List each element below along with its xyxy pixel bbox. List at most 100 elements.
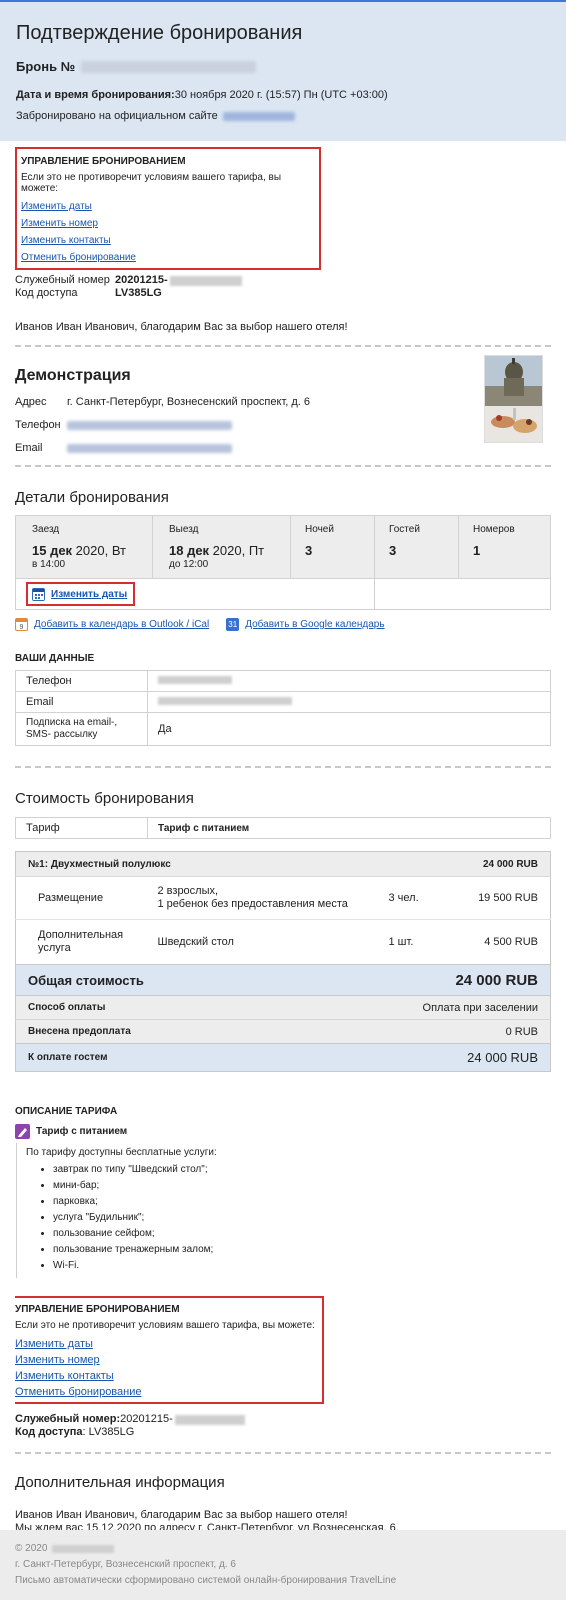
access-code-value: LV385LG [115,287,162,299]
access-code-value-bottom: : LV385LG [82,1426,135,1438]
checkin-year-day: 2020, Вт [72,543,127,558]
service-number-redacted [169,275,242,286]
placement-desc-line1: 2 взрослых, [157,885,219,897]
subscription-label: Подписка на email-, SMS- рассылку [15,712,148,746]
access-code-label: Код доступа [15,287,78,299]
price-table: №1: Двухместный полулюкс 24 000 RUB Разм… [15,851,551,1072]
checkout-label: Выезд [169,524,199,535]
guests-cell: Гостей 3 [374,515,459,579]
hotel-section: Демонстрация Адрес г. Санкт-Петербург, В… [0,347,566,465]
prepay-label: Внесена предоплата [28,1026,131,1037]
your-data-title: ВАШИ ДАННЫЕ [15,653,95,664]
hotel-address-label: Адрес [15,396,47,408]
tariff-service-item: пользование тренажерным залом; [53,1242,551,1258]
change-dates-button[interactable]: Изменить даты [51,589,127,600]
add-google-link[interactable]: Добавить в Google календарь [245,619,384,630]
booking-number-redacted [81,60,257,73]
tariff-desc-name: Тариф с питанием [36,1126,128,1137]
service-number-value-bottom: 20201215- [120,1413,173,1425]
calendar-icon [32,587,45,601]
tariff-value: Тариф с питанием [147,817,551,839]
placement-qty: 3 чел. [388,892,419,904]
your-email-label: Email [15,691,148,713]
payment-label: Способ оплаты [28,1002,106,1013]
extra-desc: Шведский стол [157,936,234,948]
change-contacts-link-bottom[interactable]: Изменить контакты [15,1370,322,1382]
tariff-name-row: Тариф с питанием [15,1124,551,1139]
change-contacts-link[interactable]: Изменить контакты [21,235,315,246]
hotel-address-row: Адрес г. Санкт-Петербург, Вознесенский п… [15,396,551,408]
hotel-phone-row: Телефон [15,419,551,431]
details-title: Детали бронирования [15,489,169,506]
nights-label: Ночей [305,524,334,535]
tariff-intro: По тарифу доступны бесплатные услуги: [26,1147,217,1158]
greeting-text: Иванов Иван Иванович, благодарим Вас за … [15,321,348,333]
cancel-booking-link-bottom[interactable]: Отменить бронирование [15,1386,322,1398]
manage-subtitle: Если это не противоречит условиям вашего… [21,172,281,194]
your-phone-redacted [158,676,232,684]
tariff-service-item: мини-бар; [53,1178,551,1194]
change-dates-link[interactable]: Изменить даты [21,201,315,212]
footer-generated: Письмо автоматически сформировано систем… [15,1575,397,1586]
manage-title: УПРАВЛЕНИЕ БРОНИРОВАНИЕМ [21,156,186,167]
page-title: Подтверждение бронирования [16,22,303,44]
footer-copyright-text: © 2020 [15,1543,48,1554]
your-phone-value [147,670,551,692]
tariff-service-item: парковка; [53,1194,551,1210]
due-label: К оплате гостем [28,1052,108,1063]
placement-desc-line2: 1 ребенок без предоставления места [157,898,348,910]
service-number-label: Служебный номер [15,274,110,286]
hotel-email-redacted[interactable] [67,443,232,453]
additional-section: Дополнительная информация Иванов Иван Ив… [0,1454,566,1535]
service-number-label-bottom: Служебный номер: [15,1413,121,1425]
extra-qty: 1 шт. [388,936,414,948]
manage-booking-box-bottom: УПРАВЛЕНИЕ БРОНИРОВАНИЕМ Если это не про… [15,1296,324,1404]
change-room-link[interactable]: Изменить номер [21,218,315,229]
add-outlook-link[interactable]: Добавить в календарь в Outlook / iCal [34,619,209,630]
manage-title-bottom: УПРАВЛЕНИЕ БРОНИРОВАНИЕМ [15,1304,180,1315]
checkout-cell: Выезд 18 дек 2020, Пт до 12:00 [152,515,291,579]
hotel-address-value: г. Санкт-Петербург, Вознесенский проспек… [67,396,311,408]
details-table: Заезд 15 дек 2020, Вт в 14:00 Выезд 18 д… [15,515,551,610]
tariff-service-item: завтрак по типу "Шведский стол"; [53,1162,551,1178]
manage-booking-box: УПРАВЛЕНИЕ БРОНИРОВАНИЕМ Если это не про… [15,147,321,270]
payment-value: Оплата при заселении [422,1001,538,1014]
manage-section-bottom: УПРАВЛЕНИЕ БРОНИРОВАНИЕМ Если это не про… [0,1278,566,1439]
header: Подтверждение бронирования Бронь № Дата … [0,2,566,141]
checkin-time: в 14:00 [32,559,66,570]
tariff-table: Тариф Тариф с питанием [15,817,551,839]
placement-price: 19 500 RUB [478,892,538,904]
footer-address: г. Санкт-Петербург, Вознесенский проспек… [15,1559,236,1570]
room-total: 24 000 RUB [482,858,538,870]
placement-desc: 2 взрослых, 1 ребенок без предоставления … [158,877,389,920]
service-number-row: Служебный номер 20201215- [15,274,551,287]
hotel-phone-redacted[interactable] [67,420,232,430]
change-dates-box: Изменить даты [26,582,136,606]
footer-copyright: © 2020 [15,1543,551,1554]
change-room-link-bottom[interactable]: Изменить номер [15,1354,322,1366]
extra-label: Дополнительная услуга [38,929,124,954]
site-link-redacted[interactable] [222,111,295,121]
nights-value: 3 [305,543,313,558]
outlook-calendar-icon: 9 [15,618,28,631]
tariff-service-item: услуга "Будильник"; [53,1210,551,1226]
tariff-service-item: Wi-Fi. [53,1258,551,1274]
subscription-value: Да [147,712,551,746]
nights-cell: Ночей 3 [290,515,375,579]
total-value: 24 000 RUB [455,971,538,989]
guests-value: 3 [389,543,397,558]
tariff-service-item: пользование сейфом; [53,1226,551,1242]
tariff-desc-section: ОПИСАНИЕ ТАРИФА Тариф с питанием По тари… [0,1072,566,1278]
booking-datetime-label: Дата и время бронирования: [16,89,175,101]
access-code-label-bottom: Код доступа [15,1426,83,1438]
hotel-name: Демонстрация [15,367,131,384]
access-code-row-bottom: Код доступа: LV385LG [15,1426,551,1439]
tariff-icon [15,1124,30,1139]
change-dates-link-bottom[interactable]: Изменить даты [15,1338,322,1350]
cancel-booking-link[interactable]: Отменить бронирование [21,252,315,263]
calendar-links: 9 Добавить в календарь в Outlook / iCal … [15,618,551,631]
manage-subtitle-bottom: Если это не противоречит условиям вашего… [15,1320,315,1331]
footer-company-redacted [52,1544,115,1553]
service-number-redacted-bottom [174,1414,245,1425]
booking-number: Бронь № [16,59,551,74]
